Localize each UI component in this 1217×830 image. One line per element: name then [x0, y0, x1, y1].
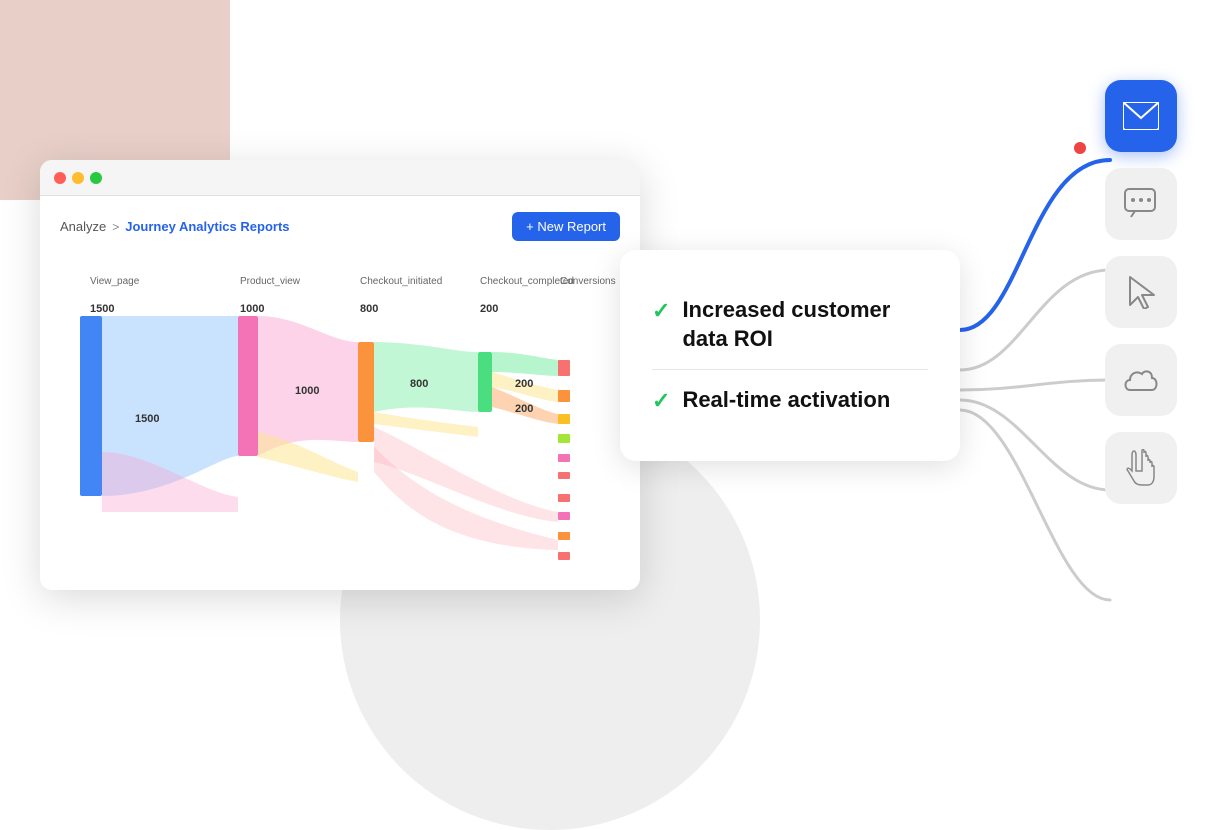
traffic-light-yellow	[72, 172, 84, 184]
cursor-icon	[1126, 275, 1156, 309]
breadcrumb-analyze: Analyze	[60, 219, 106, 234]
chat-icon-box[interactable]	[1105, 168, 1177, 240]
svg-text:Product_view: Product_view	[240, 276, 301, 287]
pointer-icon	[1126, 449, 1156, 487]
cursor-icon-wrapper[interactable]	[1105, 256, 1177, 328]
cloud-icon	[1122, 366, 1160, 394]
email-icon-wrapper[interactable]	[1105, 80, 1177, 152]
info-item-roi: ✓ Increased customer data ROI	[652, 280, 928, 370]
svg-text:800: 800	[360, 303, 378, 315]
traffic-light-red	[54, 172, 66, 184]
svg-text:1000: 1000	[295, 385, 319, 397]
cursor-icon-box[interactable]	[1105, 256, 1177, 328]
icon-column	[1105, 80, 1177, 504]
check-icon-roi: ✓	[652, 298, 670, 324]
sankey-chart: View_page Product_view Checkout_initiate…	[60, 257, 620, 590]
browser-nav: Analyze > Journey Analytics Reports + Ne…	[60, 212, 620, 241]
chat-icon-wrapper[interactable]	[1105, 168, 1177, 240]
cloud-icon-box[interactable]	[1105, 344, 1177, 416]
chat-icon	[1123, 187, 1159, 221]
cloud-icon-wrapper[interactable]	[1105, 344, 1177, 416]
breadcrumb-chevron: >	[112, 220, 119, 234]
svg-text:200: 200	[515, 378, 533, 390]
pointer-icon-box[interactable]	[1105, 432, 1177, 504]
svg-text:1000: 1000	[240, 303, 264, 315]
check-icon-realtime: ✓	[652, 388, 670, 414]
sankey-svg: View_page Product_view Checkout_initiate…	[60, 257, 620, 590]
info-text-realtime: Real-time activation	[682, 386, 890, 415]
svg-text:1500: 1500	[135, 413, 159, 425]
pointer-icon-wrapper[interactable]	[1105, 432, 1177, 504]
svg-text:View_page: View_page	[90, 276, 140, 287]
svg-text:1500: 1500	[90, 303, 114, 315]
svg-text:800: 800	[410, 378, 428, 390]
svg-text:200: 200	[480, 303, 498, 315]
new-report-button[interactable]: + New Report	[512, 212, 620, 241]
svg-text:Conversions: Conversions	[560, 276, 616, 287]
browser-titlebar	[40, 160, 640, 196]
browser-window: Analyze > Journey Analytics Reports + Ne…	[40, 160, 640, 590]
breadcrumb-current: Journey Analytics Reports	[125, 219, 289, 234]
email-icon	[1123, 102, 1159, 130]
svg-text:200: 200	[515, 403, 533, 415]
info-card: ✓ Increased customer data ROI ✓ Real-tim…	[620, 250, 960, 461]
traffic-light-green	[90, 172, 102, 184]
email-icon-box[interactable]	[1105, 80, 1177, 152]
info-text-roi: Increased customer data ROI	[682, 296, 928, 353]
info-item-realtime: ✓ Real-time activation	[652, 370, 928, 431]
svg-text:Checkout_initiated: Checkout_initiated	[360, 276, 442, 287]
breadcrumb: Analyze > Journey Analytics Reports	[60, 219, 290, 234]
